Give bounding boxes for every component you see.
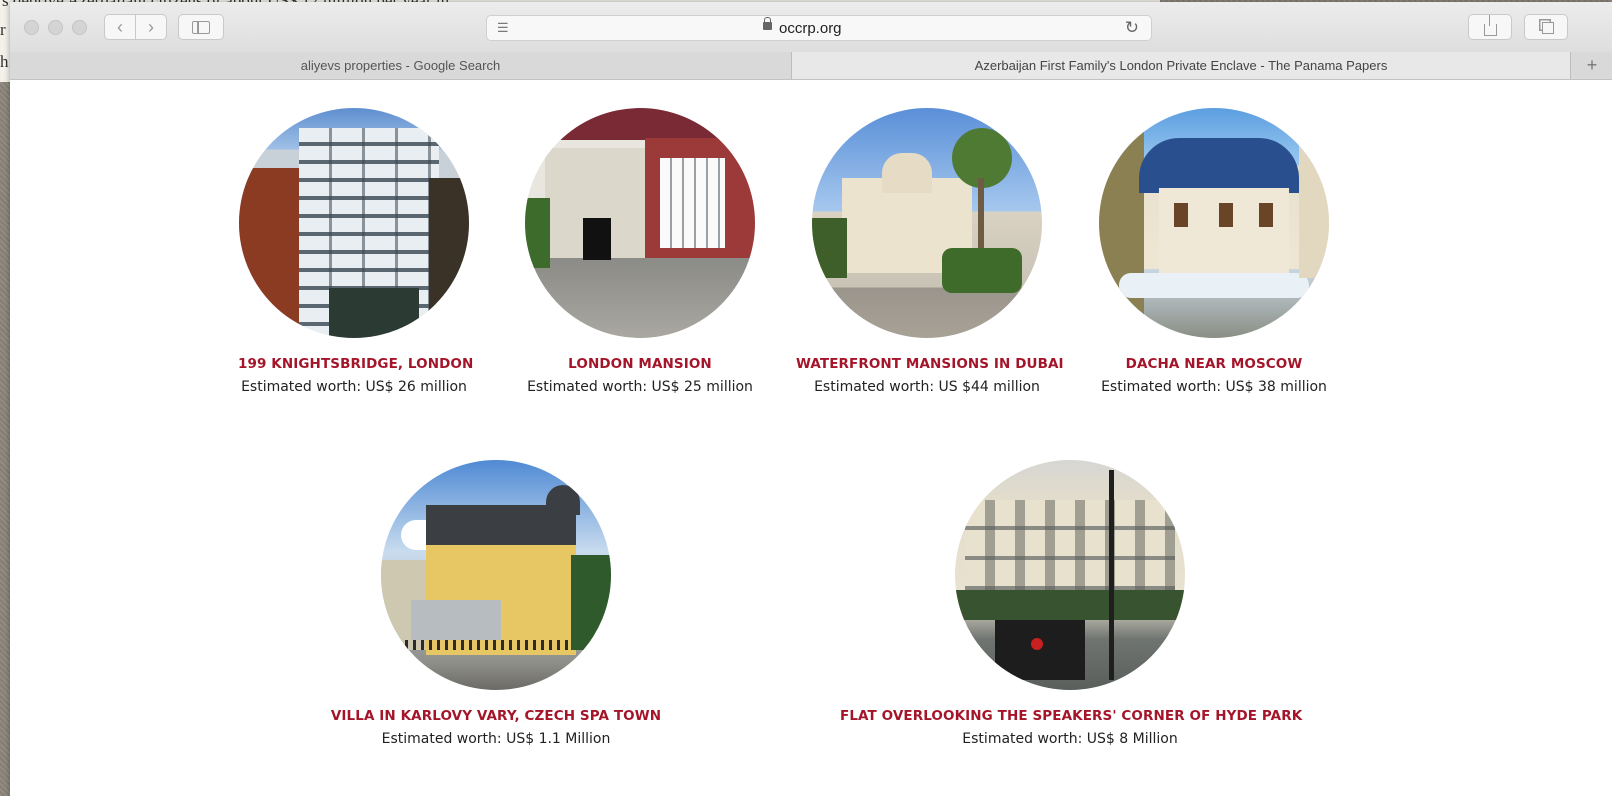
background-page-fragment: r [0,20,6,39]
property-worth: Estimated worth: US$ 26 million [241,379,467,395]
tab-label: Azerbaijan First Family's London Private… [974,58,1388,73]
property-card: LONDON MANSION Estimated worth: US$ 25 m… [524,108,756,395]
browser-toolbar: ‹ › ☰ occrp.org ↻ [10,2,1612,53]
property-card: VILLA IN KARLOVY VARY, CZECH SPA TOWN Es… [326,460,666,747]
forward-button[interactable]: › [135,14,167,40]
property-photo[interactable] [239,108,469,338]
property-photo[interactable] [812,108,1042,338]
new-tab-button[interactable]: + [1570,52,1612,79]
property-title[interactable]: VILLA IN KARLOVY VARY, CZECH SPA TOWN [326,708,666,724]
lock-icon [763,17,772,30]
page-content: 199 KNIGHTSBRIDGE, LONDON Estimated wort… [10,80,1612,796]
tab-google-search[interactable]: aliyevs properties - Google Search [10,52,792,79]
chevron-right-icon: › [148,16,154,37]
property-photo[interactable] [525,108,755,338]
property-title[interactable]: LONDON MANSION [524,356,756,372]
url-host: occrp.org [779,20,842,37]
property-worth: Estimated worth: US$ 8 Million [962,731,1178,747]
tab-panama-papers[interactable]: Azerbaijan First Family's London Private… [792,52,1570,79]
property-title[interactable]: FLAT OVERLOOKING THE SPEAKERS' CORNER OF… [840,708,1302,724]
property-card: FLAT OVERLOOKING THE SPEAKERS' CORNER OF… [840,460,1302,747]
sidebar-icon [192,20,210,34]
property-worth: Estimated worth: US$ 1.1 Million [381,731,611,747]
tab-bar: aliyevs properties - Google Search Azerb… [10,52,1612,80]
close-window-button[interactable] [24,20,39,35]
property-photo[interactable] [1099,108,1329,338]
plus-icon: + [1586,55,1598,75]
browser-window: ‹ › ☰ occrp.org ↻ aliyevs properties - G… [10,2,1612,796]
property-worth: Estimated worth: US $44 million [814,379,1040,395]
property-title[interactable]: DACHA NEAR MOSCOW [1098,356,1330,372]
property-card: WATERFRONT MANSIONS IN DUBAI Estimated w… [796,108,1064,395]
reload-icon[interactable]: ↻ [1125,18,1139,38]
back-button[interactable]: ‹ [104,14,136,40]
tabs-overview-icon [1542,22,1554,34]
background-page-fragment: h [0,52,9,71]
property-title[interactable]: 199 KNIGHTSBRIDGE, LONDON [238,356,473,372]
share-icon [1483,15,1497,36]
property-title[interactable]: WATERFRONT MANSIONS IN DUBAI [796,356,1064,372]
property-card: 199 KNIGHTSBRIDGE, LONDON Estimated wort… [238,108,473,395]
minimize-window-button[interactable] [48,20,63,35]
zoom-window-button[interactable] [72,20,87,35]
address-bar[interactable]: ☰ occrp.org ↻ [486,15,1152,41]
property-worth: Estimated worth: US$ 38 million [1101,379,1327,395]
chevron-left-icon: ‹ [117,16,123,37]
sidebar-button[interactable] [178,14,224,40]
tabs-overview-button[interactable] [1524,14,1568,40]
share-button[interactable] [1468,14,1512,40]
tab-label: aliyevs properties - Google Search [300,58,501,73]
property-card: DACHA NEAR MOSCOW Estimated worth: US$ 3… [1098,108,1330,395]
property-photo[interactable] [381,460,611,690]
property-photo[interactable] [955,460,1185,690]
property-worth: Estimated worth: US$ 25 million [527,379,753,395]
reader-mode-icon[interactable]: ☰ [497,20,509,36]
